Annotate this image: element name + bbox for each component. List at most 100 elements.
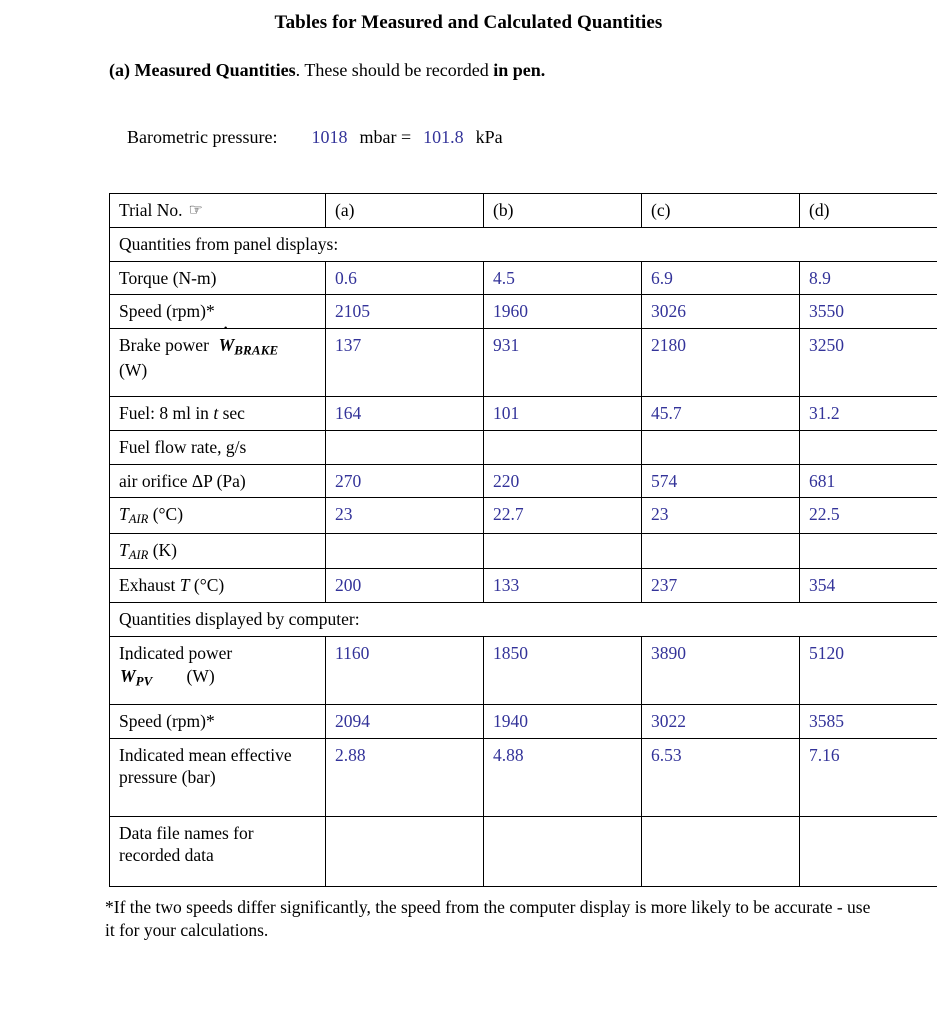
fuel-time-pre: Fuel: 8 ml in [119,403,209,423]
barometric-label: Barometric pressure: [127,127,278,147]
measured-quantities-table-wrapper: Trial No. ☞ (a) (b) (c) (d) Quantities fr… [109,193,937,887]
cell-imep-c: 6.53 [641,737,800,817]
row-label-t-air-kelvin: TAIR (K) [109,532,326,570]
cell-speed-panel-d: 3550 [799,294,937,329]
exhaust-t-symbol: T [179,575,190,596]
section-intro-bold-lead: (a) Measured Quantities [109,60,296,80]
t-air-celsius-unit: (°C) [152,504,184,525]
row-label-torque: Torque (N-m) [109,260,326,296]
cell-exhaust-t-b: 133 [483,568,642,603]
cell-torque-d: 8.9 [799,260,937,296]
t-air-kelvin-unit: (K) [152,539,177,560]
table-row: TAIR (K) [109,532,937,570]
cell-air-orifice-a: 270 [325,463,484,499]
row-label-fuel-flow-rate: Fuel flow rate, g/s [109,429,326,465]
cell-torque-c: 6.9 [641,260,800,296]
row-label-air-orifice-dp: air orifice ΔP (Pa) [109,463,326,499]
table-row: Fuel: 8 ml in t sec 164 101 45.7 31.2 [109,396,937,431]
row-label-fuel-time: Fuel: 8 ml in t sec [109,396,326,431]
header-col-a: (a) [325,193,484,228]
cell-indicated-power-c: 3890 [641,635,800,705]
document-page: Tables for Measured and Calculated Quant… [0,0,937,1018]
section-label-computer-displays: Quantities displayed by computer: [109,602,937,637]
cell-exhaust-t-c: 237 [641,568,800,603]
indicated-power-subscript: PV [135,673,153,689]
indicated-power-text: Indicated power [119,642,233,663]
header-col-c: (c) [641,193,800,228]
t-air-celsius-subscript: AIR [128,512,149,527]
cell-data-file-a [325,815,484,887]
row-label-imep: Indicated mean effective pressure (bar) [109,737,326,817]
cell-speed-panel-a: 2105 [325,294,484,329]
section-intro: (a) Measured Quantities. These should be… [109,60,937,81]
cell-imep-d: 7.16 [799,737,937,817]
barometric-mbar-value: 1018 [311,127,348,147]
cell-indicated-power-b: 1850 [483,635,642,705]
barometric-mbar-unit: mbar = [359,127,412,147]
cell-imep-b: 4.88 [483,737,642,817]
barometric-kpa-unit: kPa [475,127,503,147]
row-label-indicated-power: Indicated power ˙ WPV (W) [109,635,326,705]
exhaust-t-unit: (°C) [193,575,225,596]
overdot-icon: ˙ [222,323,229,343]
table-row: air orifice ΔP (Pa) 270 220 574 681 [109,463,937,499]
section-intro-bold-tail: in pen. [493,60,546,80]
cell-t-air-c-c: 23 [641,497,800,534]
cell-t-air-k-c [641,532,800,570]
footnote-speed-note: *If the two speeds differ significantly,… [105,896,871,940]
table-row: Speed (rpm)* 2105 1960 3026 3550 [109,294,937,329]
brake-power-text: Brake power [119,335,209,355]
cell-fuel-flow-b [483,429,642,465]
cell-t-air-c-a: 23 [325,497,484,534]
t-air-kelvin-symbol: T [119,539,129,560]
table-row: Brake power ˙ WBRAKE (W) 137 931 2180 325… [109,325,937,397]
row-label-brake-power: Brake power ˙ WBRAKE (W) [109,325,326,397]
cell-data-file-c [641,815,800,887]
cell-fuel-time-b: 101 [483,396,642,431]
indicated-power-symbol: ˙ W [119,655,136,688]
indicated-power-unit: (W) [186,665,215,686]
cell-data-file-b [483,815,642,887]
row-label-speed-computer: Speed (rpm)* [109,703,326,739]
cell-speed-panel-b: 1960 [483,294,642,329]
table-row: Torque (N-m) 0.6 4.5 6.9 8.9 [109,260,937,296]
table-row: Exhaust T (°C) 200 133 237 354 [109,568,937,603]
cell-fuel-flow-d [799,429,937,465]
cell-fuel-time-d: 31.2 [799,396,937,431]
table-row: Speed (rpm)* 2094 1940 3022 3585 [109,703,937,739]
cell-fuel-flow-c [641,429,800,465]
cell-imep-a: 2.88 [325,737,484,817]
row-label-data-file-names: Data file names for recorded data [109,815,326,887]
brake-power-symbol: ˙ W [218,325,235,357]
cell-air-orifice-d: 681 [799,463,937,499]
header-trial-no-cell: Trial No. ☞ [109,193,326,228]
cell-t-air-k-a [325,532,484,570]
section-row-panel-displays: Quantities from panel displays: [109,226,937,262]
exhaust-t-pre: Exhaust [119,575,176,596]
brake-power-subscript: BRAKE [234,342,279,358]
table-row: TAIR (°C) 23 22.7 23 22.5 [109,497,937,534]
cell-indicated-power-a: 1160 [325,635,484,705]
cell-exhaust-t-a: 200 [325,568,484,603]
section-label-panel-displays: Quantities from panel displays: [109,226,937,262]
pointing-hand-icon: ☞ [188,202,203,219]
cell-air-orifice-b: 220 [483,463,642,499]
header-col-d: (d) [799,193,937,228]
table-row: Fuel flow rate, g/s [109,429,937,465]
overdot-icon: ˙ [124,653,130,673]
cell-brake-power-c: 2180 [641,328,800,397]
brake-power-unit: (W) [119,360,148,381]
cell-fuel-flow-a [325,429,484,465]
cell-air-orifice-c: 574 [641,463,800,499]
row-label-exhaust-t: Exhaust T (°C) [109,568,326,603]
section-row-computer-displays: Quantities displayed by computer: [109,602,937,637]
table-row: Data file names for recorded data [109,815,937,887]
cell-exhaust-t-d: 354 [799,568,937,603]
cell-speed-computer-b: 1940 [483,703,642,739]
cell-speed-panel-c: 3026 [641,294,800,329]
cell-t-air-k-b [483,532,642,570]
cell-brake-power-d: 3250 [799,328,937,397]
cell-fuel-time-c: 45.7 [641,396,800,431]
measured-quantities-table: Trial No. ☞ (a) (b) (c) (d) Quantities fr… [109,193,937,887]
table-row: Indicated power ˙ WPV (W) 1160 1850 3890 5… [109,635,937,705]
